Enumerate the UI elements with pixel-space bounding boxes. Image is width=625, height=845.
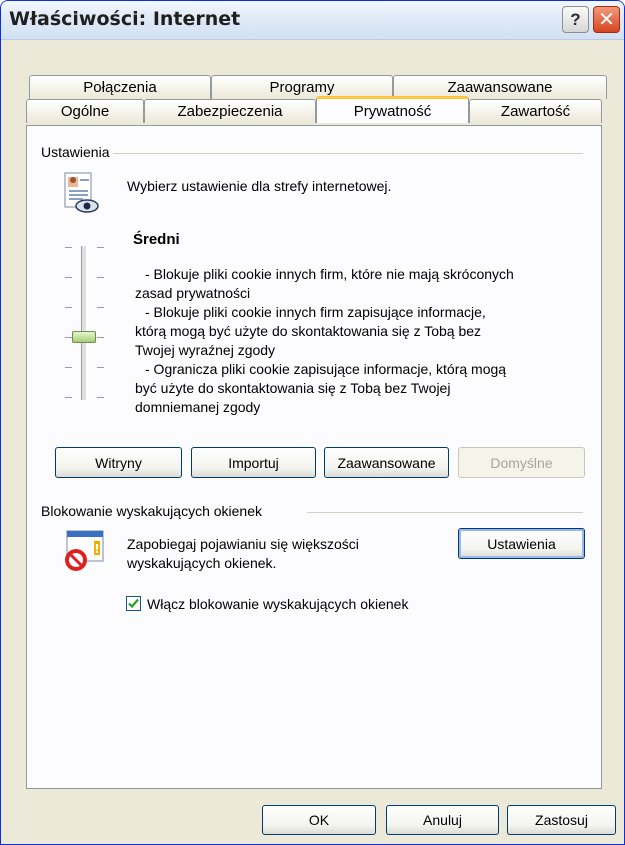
slider-tick bbox=[97, 337, 104, 338]
window-title: Właściwości: Internet bbox=[9, 8, 241, 30]
tab-advanced-label: Zaawansowane bbox=[447, 79, 553, 96]
apply-button[interactable]: Zastosuj bbox=[507, 805, 616, 835]
level-line: - Blokuje pliki cookie innych firm zapis… bbox=[145, 304, 486, 320]
tab-programs-label: Programy bbox=[269, 79, 335, 96]
import-button[interactable]: Importuj bbox=[191, 447, 316, 478]
popup-settings-button-label: Ustawienia bbox=[487, 535, 556, 552]
advanced-button-label: Zaawansowane bbox=[337, 454, 436, 471]
ok-button-label: OK bbox=[308, 812, 330, 828]
slider-tick bbox=[65, 367, 72, 368]
level-line: zasad prywatności bbox=[135, 285, 251, 301]
level-line: którą mogą być użyte do skontaktowania s… bbox=[135, 323, 482, 339]
advanced-button[interactable]: Zaawansowane bbox=[324, 447, 449, 478]
import-button-label: Importuj bbox=[228, 454, 279, 471]
tab-security-label: Zabezpieczenia bbox=[177, 103, 283, 120]
level-line: być użyte do skontaktowania się z Tobą b… bbox=[135, 380, 451, 396]
ok-button[interactable]: OK bbox=[262, 805, 376, 835]
privacy-report-icon bbox=[61, 171, 101, 215]
help-icon: ? bbox=[570, 9, 581, 29]
tab-general[interactable]: Ogólne bbox=[26, 99, 144, 123]
level-line: domniemanej zgody bbox=[135, 399, 261, 415]
popup-description-line: wyskakujących okienek. bbox=[127, 555, 277, 571]
privacy-slider-track[interactable] bbox=[81, 246, 87, 400]
settings-description: Wybierz ustawienie dla strefy internetow… bbox=[127, 178, 392, 194]
slider-tick bbox=[65, 247, 72, 248]
slider-tick bbox=[97, 247, 104, 248]
tab-privacy-label: Prywatność bbox=[353, 102, 432, 120]
privacy-level-description: - Blokuje pliki cookie innych firm, któr… bbox=[133, 265, 603, 417]
cancel-button-label: Anuluj bbox=[423, 812, 462, 828]
slider-tick bbox=[65, 307, 72, 308]
popup-block-checkbox[interactable] bbox=[126, 596, 141, 611]
popup-block-checkbox-label[interactable]: Włącz blokowanie wyskakujących okienek bbox=[147, 595, 408, 614]
tab-content-label: Zawartość bbox=[500, 103, 571, 120]
title-bar[interactable]: Właściwości: Internet ? ✕ bbox=[1, 1, 624, 40]
popup-group-line bbox=[307, 512, 583, 513]
tab-content[interactable]: Zawartość bbox=[469, 99, 602, 123]
slider-tick bbox=[65, 277, 72, 278]
apply-button-label: Zastosuj bbox=[535, 812, 588, 828]
slider-tick bbox=[97, 307, 104, 308]
settings-group-line bbox=[41, 153, 583, 154]
svg-text:!: ! bbox=[94, 542, 99, 556]
cancel-button[interactable]: Anuluj bbox=[386, 805, 499, 835]
popup-settings-button[interactable]: Ustawienia bbox=[458, 528, 585, 559]
close-icon: ✕ bbox=[598, 9, 615, 31]
popup-description-line: Zapobiegaj pojawianiu się większości bbox=[127, 536, 359, 552]
slider-tick bbox=[97, 277, 104, 278]
privacy-level-title: Średni bbox=[133, 231, 180, 248]
level-line: - Blokuje pliki cookie innych firm, któr… bbox=[145, 266, 514, 282]
tab-general-label: Ogólne bbox=[60, 103, 110, 120]
level-line: Twojej wyraźnej zgody bbox=[135, 342, 276, 358]
settings-group-label: Ustawienia bbox=[41, 144, 114, 160]
popup-description: Zapobiegaj pojawianiu się większości wys… bbox=[127, 535, 359, 573]
properties-window: Właściwości: Internet ? ✕ Połączenia Pro… bbox=[0, 0, 625, 845]
default-button[interactable]: Domyślne bbox=[458, 447, 585, 478]
sites-button-label: Witryny bbox=[95, 454, 142, 471]
help-button[interactable]: ? bbox=[562, 6, 589, 33]
tab-connections-label: Połączenia bbox=[83, 79, 157, 96]
slider-tick bbox=[65, 337, 72, 338]
sites-button[interactable]: Witryny bbox=[55, 447, 182, 478]
default-button-label: Domyślne bbox=[490, 454, 553, 471]
tab-connections[interactable]: Połączenia bbox=[29, 75, 211, 99]
tab-privacy[interactable]: Prywatność bbox=[316, 96, 469, 123]
slider-tick bbox=[97, 367, 104, 368]
close-button[interactable]: ✕ bbox=[593, 6, 620, 33]
tab-security[interactable]: Zabezpieczenia bbox=[144, 99, 316, 123]
slider-tick bbox=[65, 397, 72, 398]
popup-group-label: Blokowanie wyskakujących okienek bbox=[41, 503, 266, 519]
privacy-slider-thumb[interactable] bbox=[72, 331, 96, 343]
checkmark-icon bbox=[128, 598, 139, 609]
popup-blocker-icon: ! bbox=[61, 529, 107, 573]
level-line: - Ogranicza pliki cookie zapisujące info… bbox=[145, 361, 507, 377]
slider-tick bbox=[97, 397, 104, 398]
